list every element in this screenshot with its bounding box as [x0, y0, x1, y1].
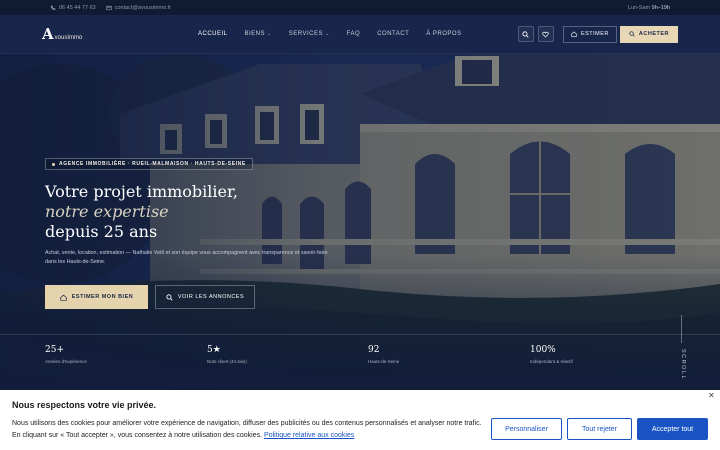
cta-secondary-label: VOIR LES ANNONCES	[177, 294, 245, 300]
header-actions: ESTIMER ACHETER	[517, 25, 678, 43]
accept-all-button[interactable]: Accepter tout	[637, 418, 708, 440]
cookie-banner: ✕ Nous respectons votre vie privée. Nous…	[0, 390, 720, 450]
cookie-text-line2: En cliquant sur « Tout accepter », vous …	[12, 432, 263, 439]
logo-wordmark: vousImmo	[54, 34, 83, 41]
hours-value: 9h–19h	[651, 4, 670, 11]
mail-icon	[106, 5, 112, 10]
site-logo[interactable]: A vousImmo	[42, 24, 102, 43]
reject-all-button[interactable]: Tout rejeter	[567, 418, 632, 440]
favorites-button[interactable]	[537, 26, 554, 42]
nav-label: ACCUEIL	[198, 31, 228, 37]
cookie-title: Nous respectons votre vie privée.	[12, 400, 157, 410]
cookie-text-line2-wrapper: En cliquant sur « Tout accepter », vous …	[12, 430, 482, 442]
badge-text: AGENCE IMMOBILIÈRE · RUEIL-MALMAISON · H…	[59, 161, 246, 167]
estimer-mon-bien-button[interactable]: ESTIMER MON BIEN	[45, 285, 148, 309]
search-icon	[166, 293, 173, 301]
estimer-label: ESTIMER	[580, 31, 609, 37]
email-address: contact@avousimmo.fr	[114, 4, 172, 11]
stat-value: 25+	[45, 345, 64, 355]
topbar-phone[interactable]: 06 45 44 77 63	[50, 5, 96, 11]
nav-services[interactable]: SERVICES ⌄	[289, 31, 330, 37]
hero-title-line2: notre expertise	[45, 202, 169, 221]
hero-title-line3: depuis 25 ans	[45, 222, 158, 241]
nav-a-propos[interactable]: À PROPOS	[426, 31, 461, 37]
nav-label: SERVICES	[288, 31, 323, 37]
search-icon	[522, 30, 530, 38]
hours-label: Lun-Sam	[627, 4, 651, 11]
nav-biens[interactable]: BIENS ⌄	[245, 31, 272, 37]
badge-dot	[52, 162, 55, 166]
hero-section: AGENCE IMMOBILIÈRE · RUEIL-MALMAISON · H…	[0, 54, 720, 390]
hero-title: Votre projet immobilier, notre expertise…	[45, 182, 238, 242]
voir-les-annonces-button[interactable]: VOIR LES ANNONCES	[155, 285, 255, 309]
hero-title-line1: Votre projet immobilier,	[45, 182, 238, 201]
acheter-button[interactable]: ACHETER	[619, 25, 678, 43]
site-header: A vousImmo ACCUEIL BIENS ⌄ SERVICES ⌄ FAQ …	[0, 15, 720, 54]
home-icon	[571, 31, 577, 37]
hero-lead: Achat, vente, location, estimation — Nat…	[45, 250, 328, 265]
topbar-email[interactable]: contact@avousimmo.fr	[106, 5, 171, 11]
stat-label: Note client (44 avis)	[207, 359, 247, 364]
cookie-text-line1: Nous utilisons des cookies pour améliore…	[12, 420, 482, 427]
stat-label: Indépendant & réactif	[530, 359, 573, 364]
stat-experience: 25+ Années d'expérience	[45, 345, 87, 364]
logo-mark: A	[42, 24, 54, 43]
chevron-down-icon: ⌄	[267, 31, 272, 37]
nav-label: BIENS	[244, 31, 266, 37]
heart-icon	[542, 31, 550, 37]
stat-label: Années d'expérience	[45, 359, 87, 364]
main-nav: ACCUEIL BIENS ⌄ SERVICES ⌄ FAQ CONTACT À P…	[198, 31, 479, 37]
opening-hours: Lun-Sam 9h–19h	[628, 5, 670, 11]
search-icon	[629, 31, 635, 37]
stat-rating: 5★ Note client (44 avis)	[207, 345, 247, 364]
stat-value: 92	[368, 345, 380, 355]
top-bar: 06 45 44 77 63 contact@avousimmo.fr Lun-…	[0, 0, 720, 15]
acheter-label: ACHETER	[638, 31, 669, 37]
stat-independent: 100% Indépendant & réactif	[530, 345, 573, 364]
cookie-policy-link[interactable]: Politique relative aux cookies	[264, 432, 354, 439]
search-button[interactable]	[517, 26, 534, 42]
hero-badge: AGENCE IMMOBILIÈRE · RUEIL-MALMAISON · H…	[45, 158, 253, 170]
phone-icon	[50, 5, 56, 10]
cookie-text: Nous utilisons des cookies pour améliore…	[12, 418, 482, 442]
nav-label: FAQ	[346, 31, 361, 37]
nav-accueil[interactable]: ACCUEIL	[198, 31, 228, 37]
chevron-down-icon: ⌄	[324, 31, 330, 37]
customize-button[interactable]: Personnaliser	[491, 418, 562, 440]
stat-department: 92 Hauts-de-Seine	[368, 345, 399, 364]
estimer-button[interactable]: ESTIMER	[562, 25, 617, 43]
stat-value: 100%	[530, 345, 556, 355]
nav-label: À PROPOS	[426, 31, 462, 37]
nav-faq[interactable]: FAQ	[347, 31, 361, 37]
hero-stats: 25+ Années d'expérience 5★ Note client (…	[0, 334, 720, 390]
nav-contact[interactable]: CONTACT	[377, 31, 409, 37]
cta-primary-label: ESTIMER MON BIEN	[71, 294, 134, 300]
phone-number: 06 45 44 77 63	[59, 4, 96, 11]
home-icon	[60, 294, 67, 301]
stat-value: 5★	[207, 345, 221, 355]
nav-label: CONTACT	[377, 31, 410, 37]
close-icon[interactable]: ✕	[708, 391, 715, 400]
stat-label: Hauts-de-Seine	[368, 359, 400, 364]
